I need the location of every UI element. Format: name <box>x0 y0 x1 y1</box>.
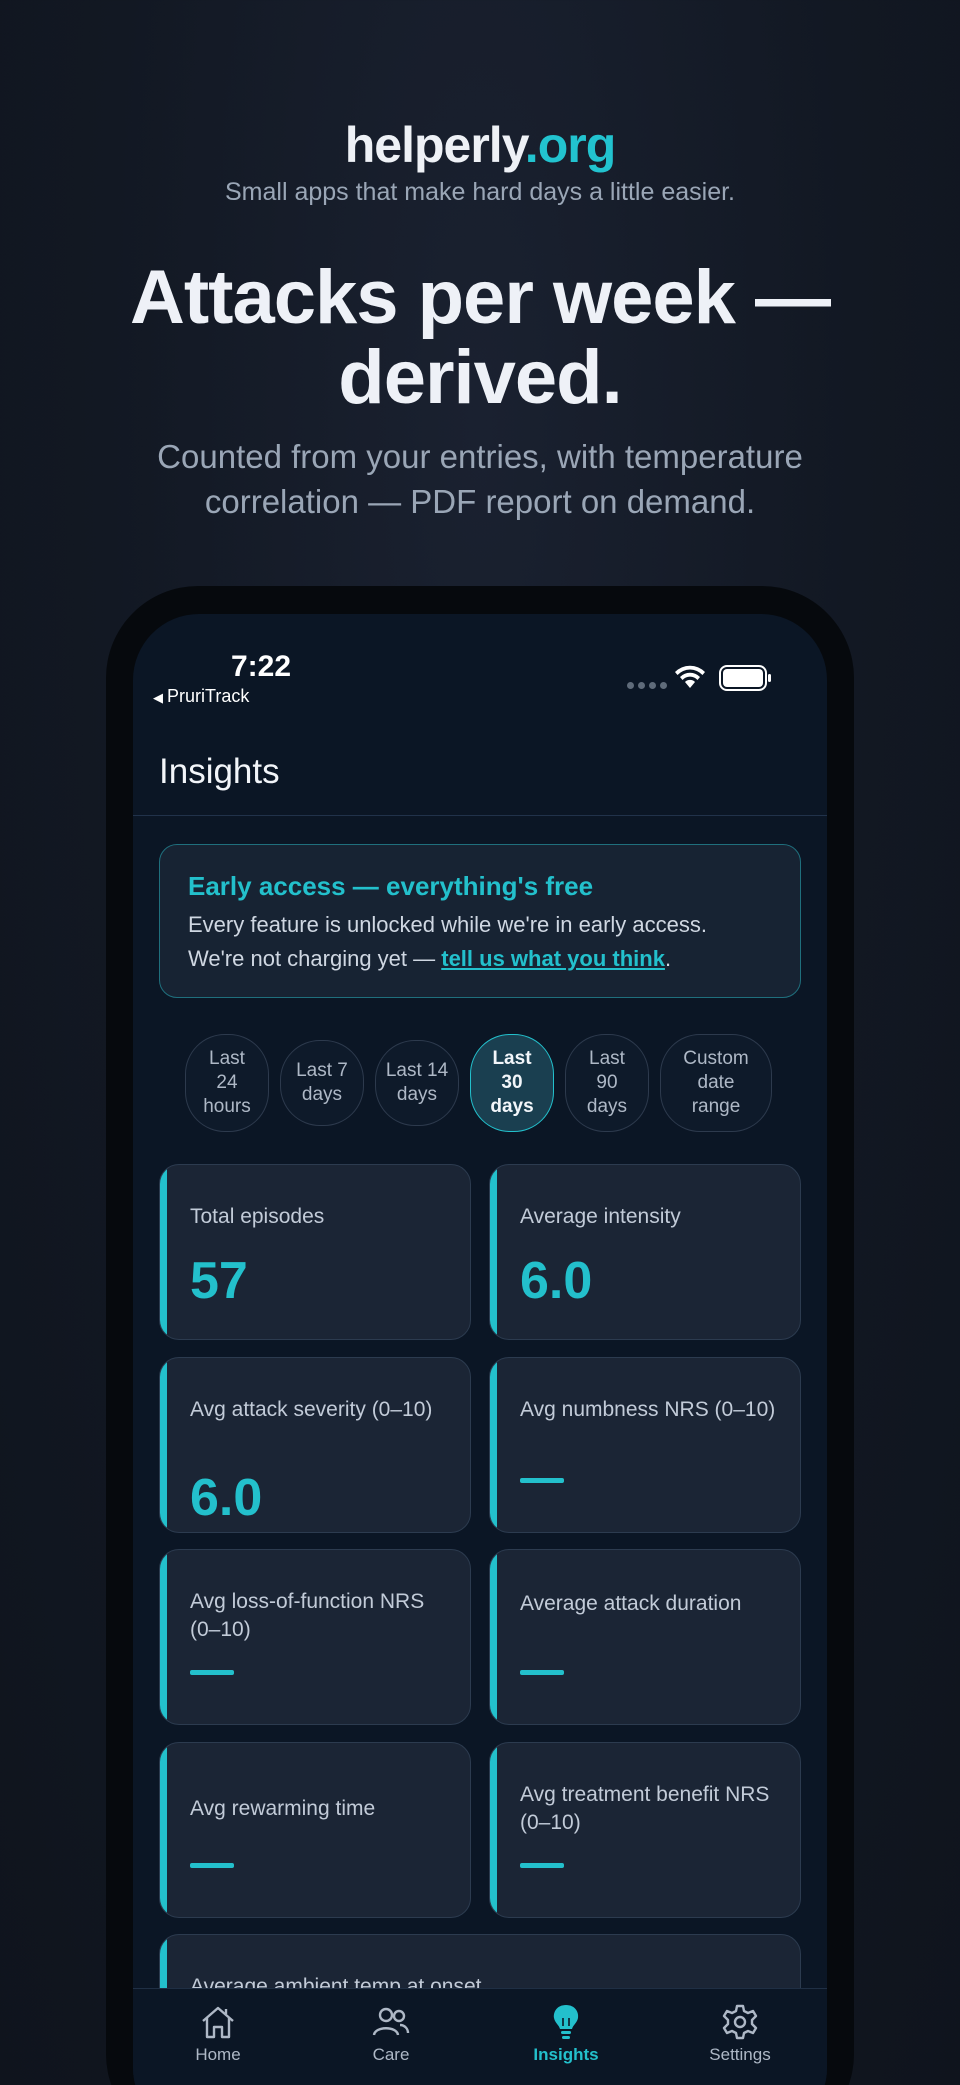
headline-line-2: derived. <box>338 335 622 420</box>
stat-value-empty <box>190 1863 234 1868</box>
stat-value-empty <box>190 1670 234 1675</box>
hero-headline: Attacks per week — derived. <box>80 258 880 418</box>
back-app-name: PruriTrack <box>167 686 250 706</box>
back-to-app-link[interactable]: ◀ PruriTrack <box>153 686 249 707</box>
card-accent-bar <box>490 1743 497 1917</box>
home-icon <box>202 2006 234 2039</box>
range-chip-7d[interactable]: Last 7 days <box>280 1040 364 1126</box>
range-chip-30d[interactable]: Last 30 days <box>470 1034 554 1132</box>
subhead-line-1: Counted from your entries, with temperat… <box>157 438 803 475</box>
date-range-selector: Last 24 hours Last 7 days Last 14 days Last 3… <box>185 1034 785 1134</box>
card-accent-bar <box>490 1358 497 1532</box>
brand-logo: helperly.org <box>0 116 960 174</box>
stat-label: Average attack duration <box>520 1592 742 1615</box>
stat-value-empty <box>520 1863 564 1868</box>
hero-subhead: Counted from your entries, with temperat… <box>110 434 850 524</box>
stat-value: 6.0 <box>520 1252 593 1310</box>
chip-text: days <box>490 1096 534 1117</box>
tab-label: Settings <box>709 2045 771 2064</box>
range-chip-custom[interactable]: Custom date range <box>660 1034 772 1132</box>
stat-card-total-episodes: Total episodes 57 <box>159 1164 471 1340</box>
cellular-signal-icon <box>627 682 667 689</box>
wifi-icon <box>675 665 705 688</box>
early-access-banner: Early access — everything's free Every f… <box>159 844 801 998</box>
stat-value-empty <box>520 1670 564 1675</box>
headline-line-1: Attacks per week — <box>129 255 831 340</box>
stat-value: 57 <box>190 1252 248 1310</box>
card-accent-bar <box>160 1165 167 1339</box>
tab-home[interactable]: Home <box>148 2003 288 2065</box>
chip-text: Last <box>492 1048 532 1069</box>
brand-name: helperly <box>344 117 526 173</box>
banner-text: Every feature is unlocked while we're in… <box>188 908 772 976</box>
phone-screen: 7:22 ◀ PruriTrack Insights Early access —… <box>133 614 827 2085</box>
chip-text: Last 7 <box>296 1060 348 1081</box>
chip-text: 24 <box>216 1072 238 1093</box>
subhead-line-2: correlation — PDF report on demand. <box>204 483 756 520</box>
chip-text: range <box>691 1096 741 1117</box>
chip-text: date <box>697 1072 735 1093</box>
card-accent-bar <box>160 1550 167 1724</box>
chip-text: 90 <box>596 1072 618 1093</box>
stat-card-attack-duration: Average attack duration <box>489 1549 801 1725</box>
range-chip-90d[interactable]: Last 90 days <box>565 1034 649 1132</box>
battery-icon <box>719 665 771 691</box>
brand-tagline: Small apps that make hard days a little … <box>225 178 735 206</box>
chip-text: days <box>301 1084 343 1105</box>
feedback-link[interactable]: tell us what you think <box>441 946 665 971</box>
page-title: Insights <box>159 752 280 791</box>
tab-insights[interactable]: Insights <box>496 2003 636 2065</box>
tab-settings[interactable]: Settings <box>670 2003 810 2065</box>
tab-label: Insights <box>533 2045 599 2064</box>
gear-icon <box>722 2004 758 2040</box>
stat-card-average-intensity: Average intensity 6.0 <box>489 1164 801 1340</box>
chip-text: Custom <box>683 1048 749 1069</box>
tab-label: Care <box>372 2045 410 2064</box>
stat-card-rewarming-time: Avg rewarming time <box>159 1742 471 1918</box>
stat-label: Avg treatment benefit NRS (0–10) <box>520 1783 770 1834</box>
tab-label: Home <box>195 2045 241 2064</box>
brand-tld: .org <box>524 117 616 173</box>
stat-value-empty <box>520 1478 564 1483</box>
chip-text: hours <box>203 1096 251 1117</box>
range-chip-14d[interactable]: Last 14 days <box>375 1040 459 1126</box>
chip-text: 30 <box>501 1072 523 1093</box>
chip-text: Last <box>209 1048 245 1069</box>
lightbulb-icon <box>553 2005 579 2039</box>
chip-text: days <box>586 1096 628 1117</box>
banner-line-2-suffix: . <box>664 946 672 971</box>
stat-card-attack-severity: Avg attack severity (0–10) 6.0 <box>159 1357 471 1533</box>
banner-line-1: Every feature is unlocked while we're in… <box>188 912 707 937</box>
banner-line-2: We're not charging yet — tell us what yo… <box>188 942 772 976</box>
banner-line-2-prefix: We're not charging yet — <box>188 946 442 971</box>
banner-title: Early access — everything's free <box>188 871 594 901</box>
card-accent-bar <box>490 1550 497 1724</box>
range-chip-24h[interactable]: Last 24 hours <box>185 1034 269 1132</box>
chip-text: Last <box>589 1048 625 1069</box>
stat-label: Avg attack severity (0–10) <box>190 1398 433 1421</box>
tab-care[interactable]: Care <box>321 2003 461 2065</box>
stat-label: Avg numbness NRS (0–10) <box>520 1398 776 1421</box>
stat-card-numbness: Avg numbness NRS (0–10) <box>489 1357 801 1533</box>
card-accent-bar <box>160 1743 167 1917</box>
chip-text: days <box>396 1084 438 1105</box>
back-triangle-icon: ◀ <box>153 690 163 705</box>
stat-label: Avg rewarming time <box>190 1797 376 1820</box>
stat-label: Average intensity <box>520 1205 681 1228</box>
people-icon <box>372 2007 410 2036</box>
header-divider <box>133 815 827 816</box>
card-accent-bar <box>160 1358 167 1532</box>
stat-card-loss-of-function: Avg loss-of-function NRS (0–10) <box>159 1549 471 1725</box>
stat-label: Total episodes <box>190 1205 325 1228</box>
stat-value: 6.0 <box>190 1469 263 1527</box>
tab-bar: Home Care Insights Settings <box>133 1988 827 2085</box>
stat-card-treatment-benefit: Avg treatment benefit NRS (0–10) <box>489 1742 801 1918</box>
stat-label: Avg loss-of-function NRS (0–10) <box>190 1590 425 1641</box>
chip-text: Last 14 <box>385 1060 449 1081</box>
status-time: 7:22 <box>231 650 292 683</box>
card-accent-bar <box>490 1165 497 1339</box>
